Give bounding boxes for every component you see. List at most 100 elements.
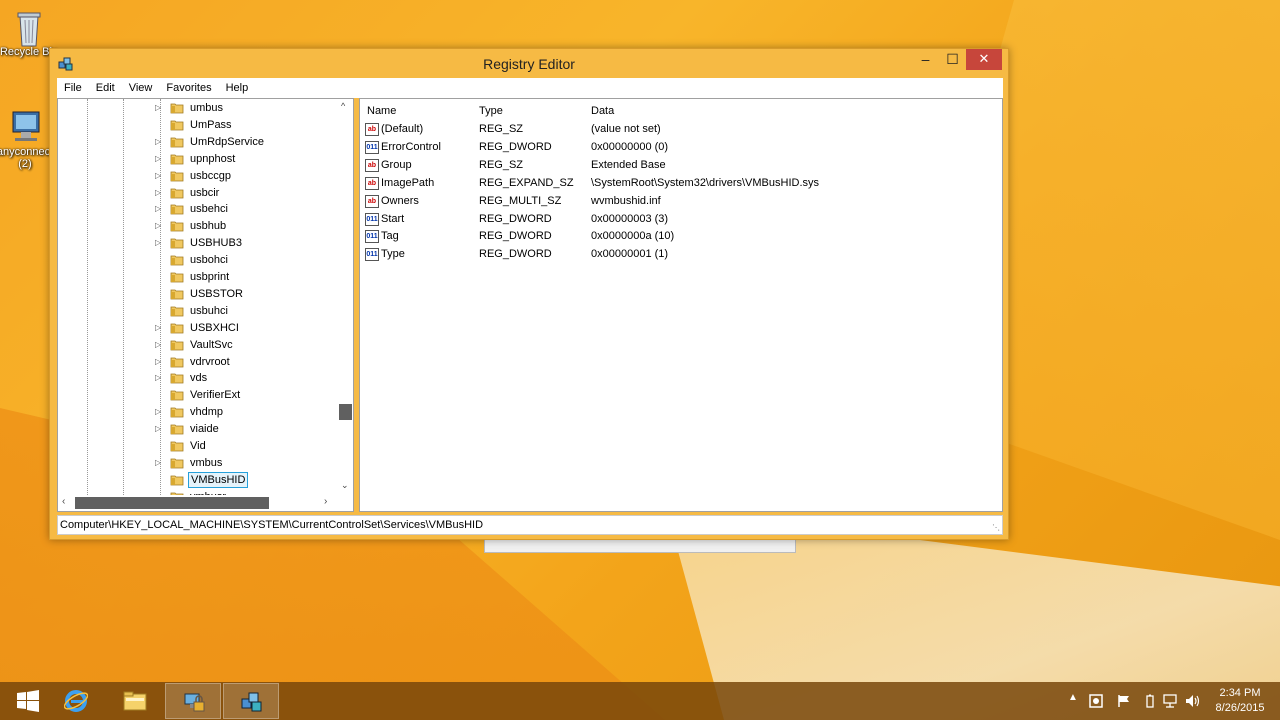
column-header-type[interactable]: Type xyxy=(479,105,503,117)
taskbar-clock[interactable]: 2:34 PM 8/26/2015 xyxy=(1205,686,1275,716)
column-header-data[interactable]: Data xyxy=(591,105,614,117)
tree-item[interactable]: ▷ USBHUB3 xyxy=(58,235,338,252)
volume-icon[interactable] xyxy=(1185,694,1200,708)
tree-item[interactable]: ▷ usbehci xyxy=(58,201,338,218)
tree-item-label: umbus xyxy=(190,102,224,114)
list-header: Name Type Data xyxy=(360,103,1002,121)
tree-item[interactable]: ▷ vhdmp xyxy=(58,404,338,421)
tree-vertical-scrollbar[interactable]: ^ ⌄ xyxy=(338,99,353,495)
tree-item-label: usbprint xyxy=(190,271,230,283)
tree-item[interactable]: ▷ usbccgp xyxy=(58,168,338,185)
value-name: Type xyxy=(381,248,405,261)
tree-item[interactable]: VerifierExt xyxy=(58,387,338,404)
value-row[interactable]: 011 Tag REG_DWORD 0x0000000a (10) xyxy=(360,228,1002,246)
value-row[interactable]: ab Group REG_SZ Extended Base xyxy=(360,157,1002,175)
scroll-thumb[interactable] xyxy=(75,497,269,509)
tree-item[interactable]: usbohci xyxy=(58,252,338,269)
expand-arrow-icon[interactable]: ▷ xyxy=(155,373,161,382)
network-lock-icon xyxy=(182,690,206,714)
values-list-pane[interactable]: Name Type Data ab (Default) REG_SZ (value n… xyxy=(359,98,1003,512)
tree-item[interactable]: ▷ umbus xyxy=(58,100,338,117)
value-type: REG_EXPAND_SZ xyxy=(479,176,574,189)
tree-item[interactable]: ▷ vmbus xyxy=(58,455,338,472)
maximize-button[interactable]: ☐ xyxy=(939,49,966,70)
value-type: REG_DWORD xyxy=(479,248,552,261)
value-row[interactable]: ab ImagePath REG_EXPAND_SZ \SystemRoot\Syst… xyxy=(360,175,1002,193)
scroll-up-arrow-icon[interactable]: ^ xyxy=(341,101,345,111)
tree-item[interactable]: usbprint xyxy=(58,269,338,286)
tree-item[interactable]: ▷ usbcir xyxy=(58,185,338,202)
tray-overflow-icon[interactable]: ▲ xyxy=(1068,692,1082,706)
folder-icon xyxy=(170,254,184,266)
tree-item[interactable]: ▷ USBXHCI xyxy=(58,320,338,337)
value-row[interactable]: 011 Type REG_DWORD 0x00000001 (1) xyxy=(360,246,1002,264)
expand-arrow-icon[interactable]: ▷ xyxy=(155,357,161,366)
taskbar-internet-explorer[interactable] xyxy=(48,683,104,719)
value-row[interactable]: 011 ErrorControl REG_DWORD 0x00000000 (0) xyxy=(360,139,1002,157)
title-bar[interactable]: Registry Editor – ☐ ✕ xyxy=(50,49,1008,78)
taskbar-registry-editor[interactable] xyxy=(223,683,279,719)
expand-arrow-icon[interactable]: ▷ xyxy=(155,154,161,163)
expand-arrow-icon[interactable]: ▷ xyxy=(155,323,161,332)
battery-icon[interactable] xyxy=(1143,694,1157,708)
menu-edit[interactable]: Edit xyxy=(89,82,122,94)
close-button[interactable]: ✕ xyxy=(966,49,1002,70)
menu-view[interactable]: View xyxy=(122,82,160,94)
column-header-name[interactable]: Name xyxy=(367,105,396,117)
scroll-down-arrow-icon[interactable]: ⌄ xyxy=(341,480,349,491)
expand-arrow-icon[interactable]: ▷ xyxy=(155,103,161,112)
scroll-thumb[interactable] xyxy=(339,404,352,420)
menu-favorites[interactable]: Favorites xyxy=(159,82,218,94)
expand-arrow-icon[interactable]: ▷ xyxy=(155,221,161,230)
taskbar-network-app[interactable] xyxy=(165,683,221,719)
tree-item-label: upnphost xyxy=(190,152,236,165)
network-icon[interactable] xyxy=(1163,694,1177,708)
tree-item-label: vds xyxy=(190,372,208,385)
tree-item[interactable]: ▷ upnphost xyxy=(58,151,338,168)
tree-item-label: Vid xyxy=(190,440,206,452)
flag-icon[interactable] xyxy=(1117,694,1131,708)
tree-item[interactable]: ▷ UmRdpService xyxy=(58,134,338,151)
value-row[interactable]: 011 Start REG_DWORD 0x00000003 (3) xyxy=(360,211,1002,229)
expand-arrow-icon[interactable]: ▷ xyxy=(155,137,161,146)
expand-arrow-icon[interactable]: ▷ xyxy=(155,424,161,433)
taskbar: ▲ 2:34 PM 8/26/2015 xyxy=(0,682,1280,720)
tree-item[interactable]: ▷ usbhub xyxy=(58,218,338,235)
value-row[interactable]: ab Owners REG_MULTI_SZ wvmbushid.inf xyxy=(360,193,1002,211)
folder-icon xyxy=(170,423,184,435)
binary-value-icon: 011 xyxy=(365,212,379,226)
expand-arrow-icon[interactable]: ▷ xyxy=(155,188,161,197)
tree-item[interactable]: VMBusHID xyxy=(58,471,338,489)
tree-item[interactable]: usbuhci xyxy=(58,303,338,320)
tree-item-label: usbcir xyxy=(190,186,220,199)
value-row[interactable]: ab (Default) REG_SZ (value not set) xyxy=(360,121,1002,139)
tree-item[interactable]: ▷ vdrvroot xyxy=(58,354,338,371)
resize-grip-icon[interactable]: ⋱ xyxy=(992,523,1000,532)
expand-arrow-icon[interactable]: ▷ xyxy=(155,238,161,247)
taskbar-file-explorer[interactable] xyxy=(106,683,162,719)
expand-arrow-icon[interactable]: ▷ xyxy=(155,204,161,213)
tree-item[interactable]: UmPass xyxy=(58,117,338,134)
tree-item[interactable]: ▷ VaultSvc xyxy=(58,337,338,354)
tray-app-icon[interactable] xyxy=(1089,694,1103,708)
tree-item[interactable]: ▷ viaide xyxy=(58,421,338,438)
tree-horizontal-scrollbar[interactable]: ‹ › xyxy=(58,495,338,511)
value-name: (Default) xyxy=(381,123,424,135)
menu-file[interactable]: File xyxy=(57,82,89,94)
tree-item[interactable]: Vid xyxy=(58,438,338,455)
scroll-right-arrow-icon[interactable]: › xyxy=(324,496,327,507)
expand-arrow-icon[interactable]: ▷ xyxy=(155,171,161,180)
tree-item[interactable]: ▷ vds xyxy=(58,370,338,387)
key-tree-pane[interactable]: ▷ umbus UmPass ▷ UmRdpService ▷ upnphost ▷ usbcc… xyxy=(57,98,354,512)
folder-icon xyxy=(170,356,184,368)
scroll-left-arrow-icon[interactable]: ‹ xyxy=(62,496,65,507)
expand-arrow-icon[interactable]: ▷ xyxy=(155,340,161,349)
expand-arrow-icon[interactable]: ▷ xyxy=(155,407,161,416)
menu-help[interactable]: Help xyxy=(219,82,256,94)
minimize-button[interactable]: – xyxy=(912,49,939,70)
tree-item[interactable]: USBSTOR xyxy=(58,286,338,303)
folder-icon xyxy=(170,220,184,232)
menu-bar: File Edit View Favorites Help xyxy=(57,78,1003,98)
expand-arrow-icon[interactable]: ▷ xyxy=(155,458,161,467)
value-name: ErrorControl xyxy=(381,140,441,153)
